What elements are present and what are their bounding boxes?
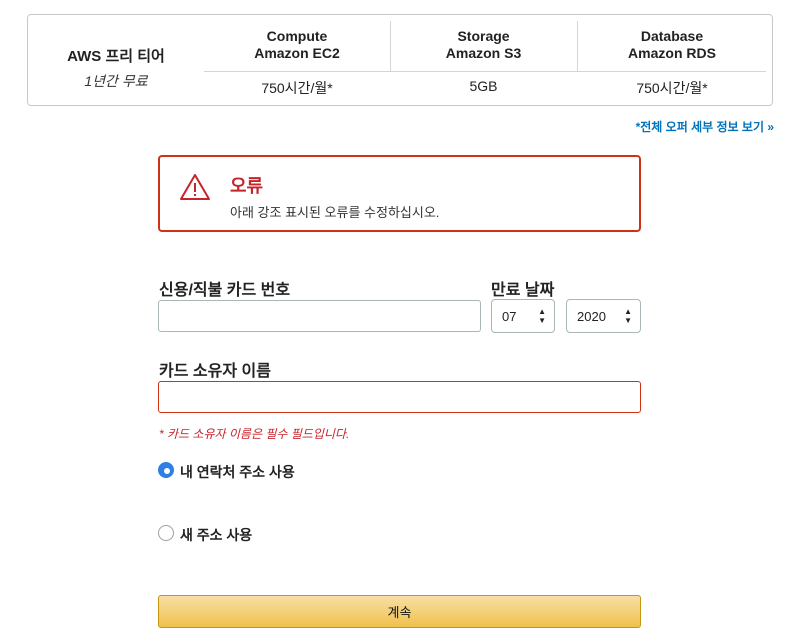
free-tier-title: AWS 프리 티어	[67, 48, 165, 65]
radio-label: 새 주소 사용	[180, 527, 253, 543]
tier-column-header: Compute Amazon EC2	[204, 28, 390, 62]
radio-unselected-icon[interactable]	[158, 525, 174, 541]
full-offer-details-link[interactable]: *전체 오퍼 세부 정보 보기 »	[636, 118, 774, 135]
tier-service: Amazon EC2	[254, 45, 340, 61]
free-tier-label: AWS 프리 티어 1년간 무료	[28, 15, 204, 105]
tier-category: Database	[640, 28, 704, 44]
warning-icon	[180, 174, 210, 200]
continue-button[interactable]: 계속	[158, 595, 641, 628]
tier-service: Amazon RDS	[628, 45, 716, 61]
tier-column-compute: Compute Amazon EC2 750시간/월*	[204, 15, 390, 105]
expiry-month-select[interactable]: 07 ▲ ▼	[491, 299, 555, 333]
expiry-month-value: 07	[502, 309, 517, 324]
alert-title: 오류	[230, 176, 264, 196]
tier-column-database: Database Amazon RDS 750시간/월*	[577, 15, 767, 105]
expiry-year-value: 2020	[577, 309, 606, 324]
expiry-year-select[interactable]: 2020 ▲ ▼	[566, 299, 641, 333]
tier-column-value: 5GB	[469, 78, 498, 94]
cardholder-name-input[interactable]	[158, 381, 641, 413]
cardholder-name-error: * 카드 소유자 이름은 필수 필드입니다.	[159, 427, 350, 441]
tier-column-value: 750시간/월*	[636, 80, 708, 96]
free-tier-summary: AWS 프리 티어 1년간 무료 Compute Amazon EC2 750시…	[27, 14, 773, 106]
free-tier-subtitle: 1년간 무료	[84, 73, 148, 89]
radio-label: 내 연락처 주소 사용	[180, 464, 295, 480]
alert-message: 아래 강조 표시된 오류를 수정하십시오.	[230, 205, 440, 220]
select-arrows-icon: ▲ ▼	[538, 307, 546, 325]
tier-category: Storage	[457, 28, 510, 44]
tier-service: Amazon S3	[445, 45, 522, 61]
cardholder-name-label: 카드 소유자 이름	[159, 363, 271, 380]
select-arrows-icon: ▲ ▼	[624, 307, 632, 325]
tier-column-value: 750시간/월*	[261, 80, 333, 96]
continue-button-label: 계속	[387, 605, 412, 620]
expiry-date-label: 만료 날짜	[491, 282, 555, 299]
card-number-input[interactable]	[158, 300, 481, 332]
tier-category: Compute	[266, 28, 328, 44]
tier-column-header: Database Amazon RDS	[577, 28, 767, 62]
card-number-label: 신용/직불 카드 번호	[159, 282, 291, 299]
radio-selected-icon[interactable]	[158, 462, 174, 478]
error-alert: 오류 아래 강조 표시된 오류를 수정하십시오.	[158, 155, 641, 232]
tier-divider	[204, 71, 766, 72]
tier-column-storage: Storage Amazon S3 5GB	[390, 15, 577, 105]
tier-column-header: Storage Amazon S3	[390, 28, 577, 62]
tier-divider	[390, 21, 391, 71]
tier-divider	[577, 21, 578, 71]
